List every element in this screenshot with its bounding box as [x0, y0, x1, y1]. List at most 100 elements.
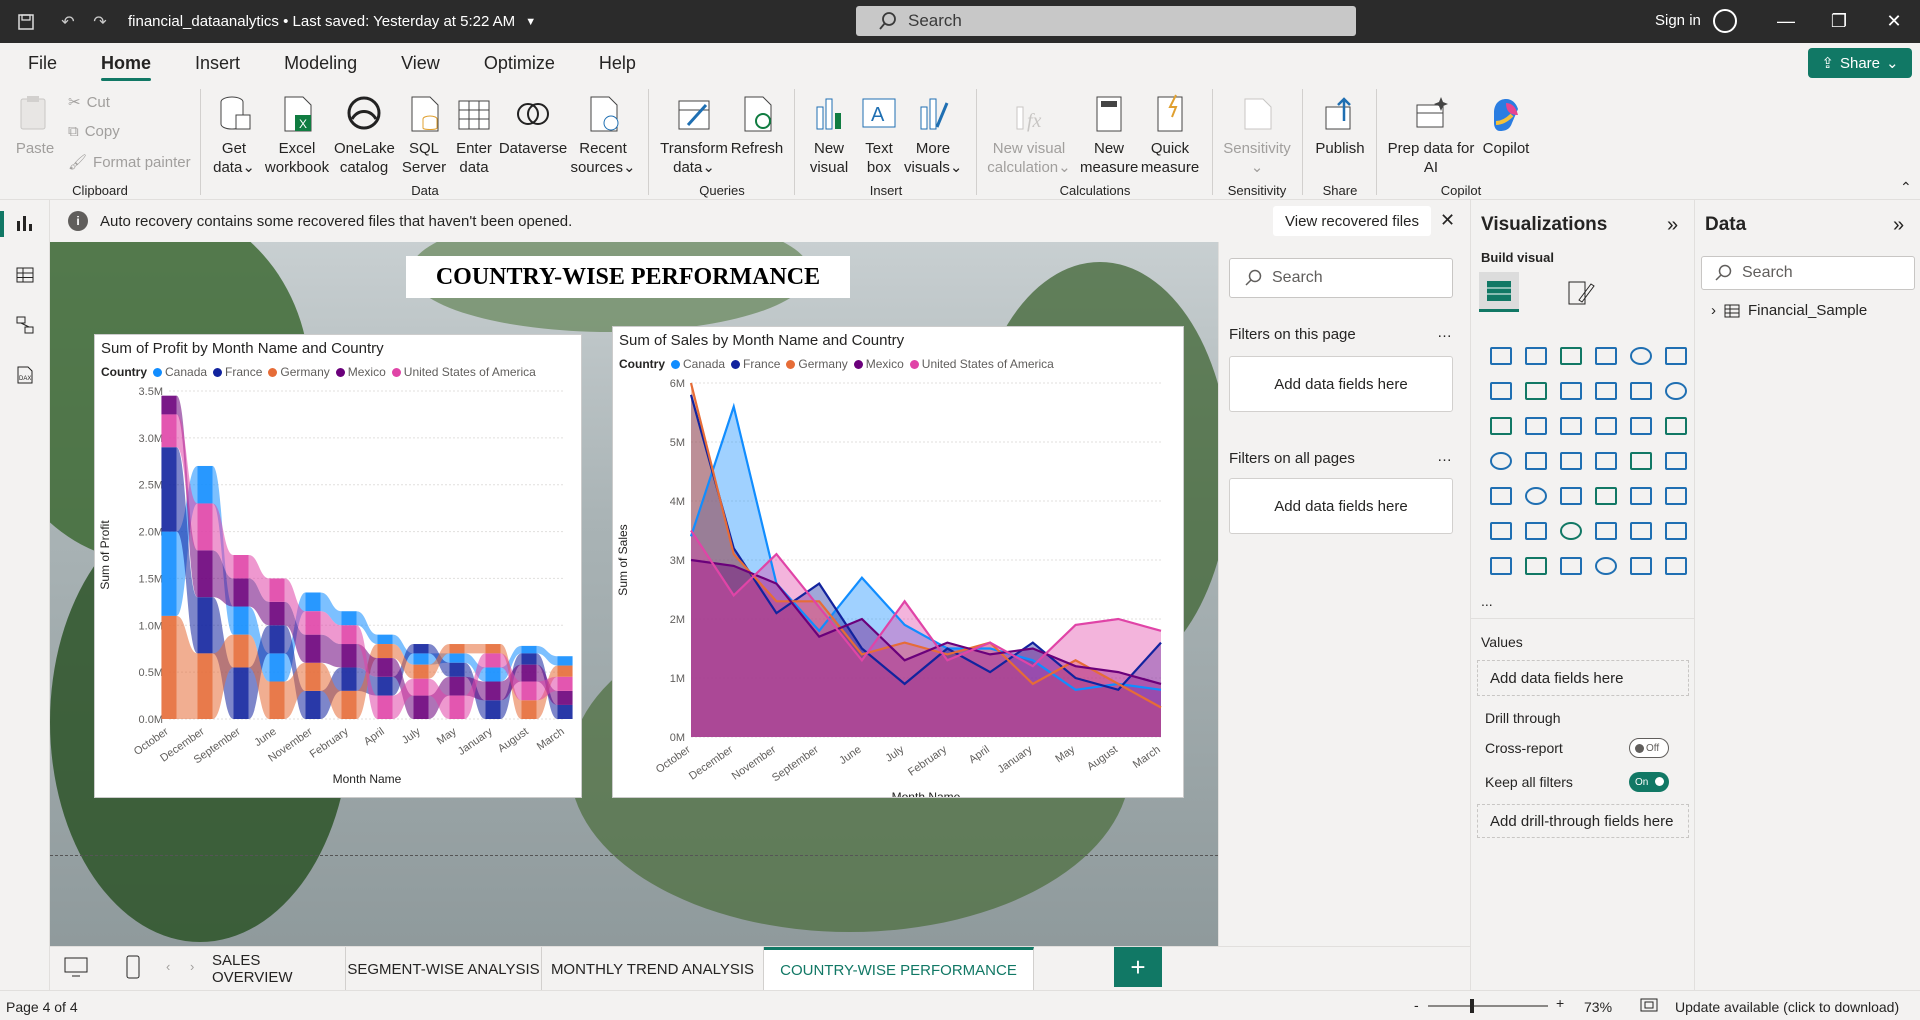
- more-options-icon[interactable]: …: [1437, 448, 1452, 465]
- filters-all-pages-well[interactable]: Add data fields here: [1229, 478, 1453, 534]
- update-available-link[interactable]: Update available (click to download): [1675, 999, 1899, 1015]
- visual-type-icon[interactable]: [1483, 408, 1518, 443]
- recent-sources-button[interactable]: Recent sources⌄: [570, 93, 636, 177]
- menu-insert[interactable]: Insert: [173, 43, 262, 83]
- menu-modeling[interactable]: Modeling: [262, 43, 379, 83]
- tab-monthly-trend-analysis[interactable]: MONTHLY TREND ANALYSIS: [542, 947, 764, 991]
- copilot-button[interactable]: Copilot: [1478, 93, 1534, 158]
- values-well[interactable]: Add data fields here: [1477, 660, 1689, 696]
- visual-type-icon[interactable]: [1658, 338, 1693, 373]
- quick-measure-button[interactable]: Quick measure: [1140, 93, 1200, 177]
- collapse-pane-icon[interactable]: »: [1893, 214, 1904, 237]
- new-visual-button[interactable]: New visual: [806, 93, 852, 177]
- view-recovered-files-button[interactable]: View recovered files: [1273, 206, 1431, 236]
- visual-type-icon[interactable]: [1553, 443, 1588, 478]
- sql-server-button[interactable]: SQL Server: [398, 93, 450, 177]
- visual-type-icon[interactable]: [1483, 513, 1518, 548]
- collapse-ribbon-icon[interactable]: ⌃: [1900, 179, 1912, 196]
- more-options-icon[interactable]: …: [1437, 324, 1452, 341]
- paste-button[interactable]: Paste: [10, 93, 60, 158]
- model-view-icon[interactable]: [12, 312, 38, 338]
- sales-area-chart[interactable]: Sum of Sales by Month Name and Country C…: [612, 326, 1184, 798]
- visual-type-icon[interactable]: [1588, 373, 1623, 408]
- visual-type-icon[interactable]: [1518, 338, 1553, 373]
- zoom-out-icon[interactable]: -: [1414, 997, 1419, 1013]
- share-button[interactable]: ⇪ Share ⌄: [1808, 48, 1912, 78]
- dax-query-view-icon[interactable]: DAX: [12, 362, 38, 388]
- filter-search-input[interactable]: Search: [1229, 258, 1453, 298]
- visual-type-icon[interactable]: [1658, 443, 1693, 478]
- visual-type-icon[interactable]: [1623, 338, 1658, 373]
- visual-type-icon[interactable]: [1623, 513, 1658, 548]
- menu-home[interactable]: Home: [79, 43, 173, 83]
- restore-icon[interactable]: ❐: [1815, 0, 1863, 43]
- visual-type-icon[interactable]: [1518, 408, 1553, 443]
- sensitivity-button[interactable]: Sensitivity ⌄: [1220, 93, 1294, 177]
- fit-to-page-icon[interactable]: [1640, 997, 1658, 1016]
- tab-segment-wise-analysis[interactable]: SEGMENT-WISE ANALYSIS: [346, 947, 542, 991]
- excel-workbook-button[interactable]: X Excel workbook: [262, 93, 332, 177]
- visual-type-icon[interactable]: [1623, 373, 1658, 408]
- dataverse-button[interactable]: Dataverse: [498, 93, 568, 158]
- tab-country-wise-performance[interactable]: COUNTRY-WISE PERFORMANCE: [764, 947, 1034, 991]
- desktop-layout-icon[interactable]: [64, 957, 88, 980]
- publish-button[interactable]: Publish: [1310, 93, 1370, 158]
- prep-data-for-ai-button[interactable]: Prep data for AI: [1386, 93, 1476, 177]
- add-page-button[interactable]: +: [1114, 947, 1162, 987]
- filters-this-page-well[interactable]: Add data fields here: [1229, 356, 1453, 412]
- new-visual-calculation-button[interactable]: fx New visual calculation⌄: [986, 93, 1072, 177]
- save-icon[interactable]: [14, 10, 38, 34]
- close-icon[interactable]: ✕: [1440, 210, 1455, 231]
- sign-in-link[interactable]: Sign in: [1655, 12, 1701, 29]
- menu-view[interactable]: View: [379, 43, 462, 83]
- visual-type-icon[interactable]: [1553, 338, 1588, 373]
- get-data-button[interactable]: Get data⌄: [208, 93, 260, 177]
- visual-type-icon[interactable]: [1658, 478, 1693, 513]
- visual-type-icon[interactable]: [1658, 513, 1693, 548]
- visual-type-icon[interactable]: [1588, 408, 1623, 443]
- visual-type-icon[interactable]: [1518, 443, 1553, 478]
- tab-sales-overview[interactable]: SALES OVERVIEW: [212, 947, 346, 991]
- new-measure-button[interactable]: New measure: [1080, 93, 1138, 177]
- menu-help[interactable]: Help: [577, 43, 658, 83]
- refresh-button[interactable]: Refresh: [730, 93, 784, 158]
- profit-ribbon-chart[interactable]: Sum of Profit by Month Name and Country …: [94, 334, 582, 798]
- zoom-slider[interactable]: [1428, 1005, 1548, 1007]
- visual-type-icon[interactable]: [1658, 373, 1693, 408]
- global-search[interactable]: Search: [856, 6, 1356, 36]
- data-search-input[interactable]: Search: [1701, 256, 1915, 290]
- visual-type-icon[interactable]: [1588, 338, 1623, 373]
- visual-type-icon[interactable]: [1518, 548, 1553, 583]
- format-painter-button[interactable]: 🖌 Format painter: [68, 153, 191, 172]
- report-view-icon[interactable]: [12, 210, 38, 236]
- menu-optimize[interactable]: Optimize: [462, 43, 577, 83]
- visual-type-icon[interactable]: [1483, 373, 1518, 408]
- visual-type-icon[interactable]: [1623, 443, 1658, 478]
- copy-button[interactable]: ⧉ Copy: [68, 123, 120, 140]
- visual-type-icon[interactable]: [1588, 443, 1623, 478]
- visual-type-icon[interactable]: [1483, 338, 1518, 373]
- visual-type-icon[interactable]: [1623, 478, 1658, 513]
- visual-type-icon[interactable]: [1483, 443, 1518, 478]
- scroll-right-icon[interactable]: ›: [190, 959, 194, 974]
- minimize-icon[interactable]: —: [1762, 0, 1810, 43]
- visual-type-icon[interactable]: [1483, 548, 1518, 583]
- viz-more-icon[interactable]: ...: [1481, 593, 1493, 609]
- visual-type-icon[interactable]: [1553, 548, 1588, 583]
- visual-type-icon[interactable]: [1518, 478, 1553, 513]
- text-box-button[interactable]: A Text box: [856, 93, 902, 177]
- visual-type-icon[interactable]: [1553, 373, 1588, 408]
- scroll-left-icon[interactable]: ‹: [166, 959, 170, 974]
- visual-type-icon[interactable]: [1518, 373, 1553, 408]
- cut-button[interactable]: ✂ Cut: [68, 93, 110, 112]
- visual-type-icon[interactable]: [1658, 408, 1693, 443]
- menu-file[interactable]: File: [6, 43, 79, 83]
- drill-through-well[interactable]: Add drill-through fields here: [1477, 804, 1689, 838]
- visual-type-icon[interactable]: [1623, 408, 1658, 443]
- visual-type-icon[interactable]: [1588, 548, 1623, 583]
- visual-type-icon[interactable]: [1553, 478, 1588, 513]
- build-visual-tab[interactable]: [1479, 272, 1519, 312]
- keep-all-filters-toggle[interactable]: On: [1629, 772, 1669, 792]
- collapse-pane-icon[interactable]: »: [1667, 214, 1678, 237]
- visual-type-icon[interactable]: [1658, 548, 1693, 583]
